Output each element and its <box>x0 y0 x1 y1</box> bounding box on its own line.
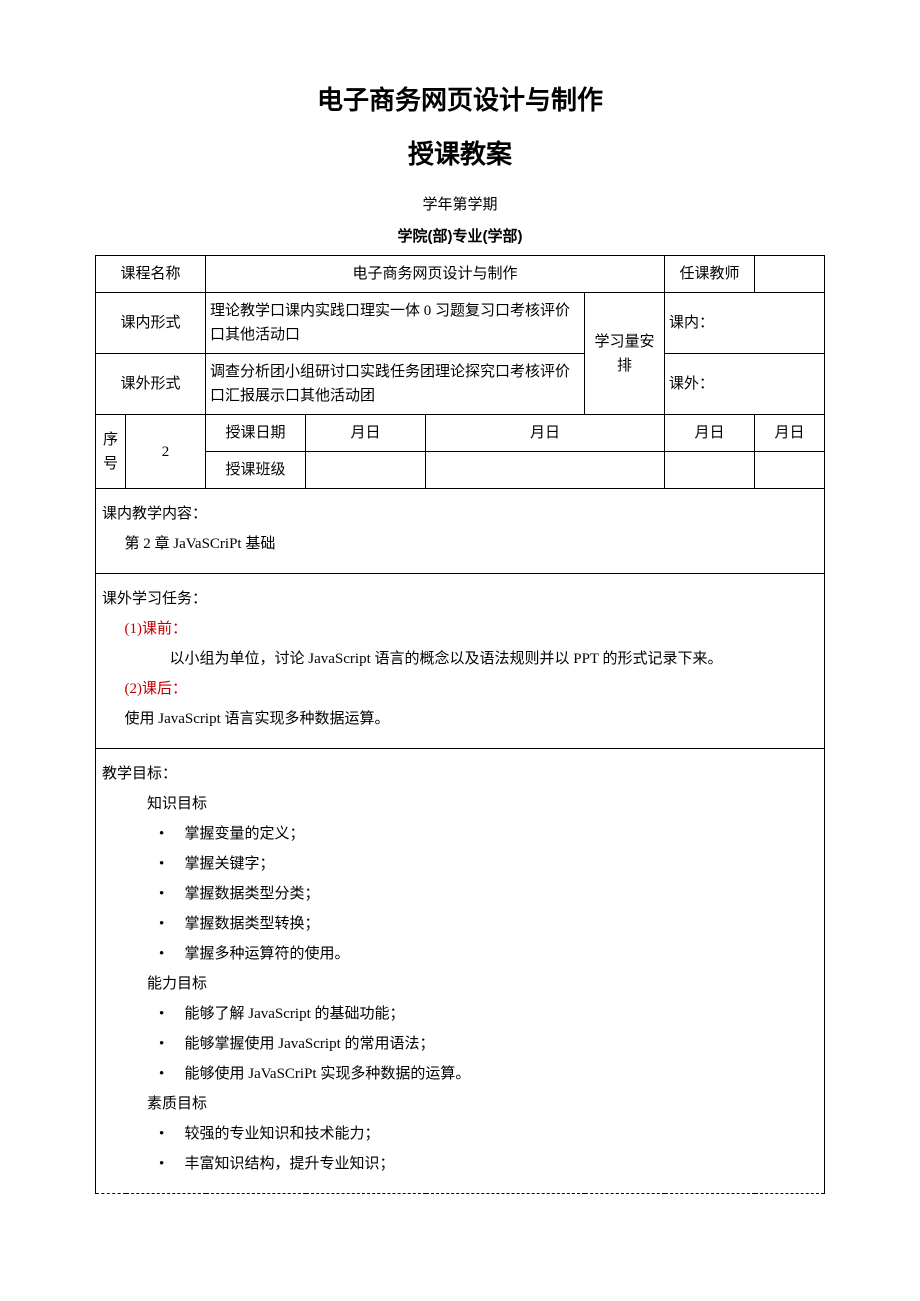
study-arrange-label: 学习量安排 <box>585 293 665 415</box>
outclass-task-cell: 课外学习任务： (1)课前： 以小组为单位，讨论 JavaScript 语言的概… <box>96 574 825 749</box>
inclass-form-label: 课内形式 <box>96 293 206 354</box>
pre-class-label: (1)课前： <box>102 614 818 644</box>
lesson-plan-table: 课程名称 电子商务网页设计与制作 任课教师 课内形式 理论教学口课内实践口理实一… <box>95 255 825 1194</box>
table-row: 课程名称 电子商务网页设计与制作 任课教师 <box>96 256 825 293</box>
quality-list: 较强的专业知识和技术能力； 丰富知识结构，提升专业知识； <box>102 1119 818 1179</box>
quality-label: 素质目标 <box>102 1089 818 1119</box>
date-cell: 月日 <box>426 415 665 452</box>
outclass-form-label: 课外形式 <box>96 354 206 415</box>
seq-label: 序号 <box>96 415 126 489</box>
post-class-content: 使用 JavaScript 语言实现多种数据运算。 <box>102 704 818 734</box>
section-heading: 课外学习任务： <box>102 584 818 614</box>
class-cell <box>755 452 825 489</box>
seq-value: 2 <box>126 415 206 489</box>
ability-label: 能力目标 <box>102 969 818 999</box>
course-name-label: 课程名称 <box>96 256 206 293</box>
date-cell: 月日 <box>755 415 825 452</box>
section-heading: 课内教学内容： <box>102 499 818 529</box>
class-cell <box>665 452 755 489</box>
ability-list: 能够了解 JavaScript 的基础功能； 能够掌握使用 JavaScript… <box>102 999 818 1089</box>
pre-class-content: 以小组为单位，讨论 JavaScript 语言的概念以及语法规则并以 PPT 的… <box>102 644 818 674</box>
inclass-hours: 课内： <box>665 293 825 354</box>
list-item: 能够了解 JavaScript 的基础功能； <box>102 999 818 1029</box>
table-row: 授课班级 <box>96 452 825 489</box>
outclass-form-value: 调查分析团小组研讨口实践任务团理论探究口考核评价口汇报展示口其他活动团 <box>206 354 585 415</box>
list-item: 丰富知识结构，提升专业知识； <box>102 1149 818 1179</box>
list-item: 掌握数据类型转换； <box>102 909 818 939</box>
list-item: 掌握数据类型分类； <box>102 879 818 909</box>
teacher-label: 任课教师 <box>665 256 755 293</box>
knowledge-label: 知识目标 <box>102 789 818 819</box>
table-row: 课外形式 调查分析团小组研讨口实践任务团理论探究口考核评价口汇报展示口其他活动团… <box>96 354 825 415</box>
outclass-hours: 课外： <box>665 354 825 415</box>
list-item: 掌握多种运算符的使用。 <box>102 939 818 969</box>
list-item: 较强的专业知识和技术能力； <box>102 1119 818 1149</box>
date-cell: 月日 <box>306 415 426 452</box>
document-title-1: 电子商务网页设计与制作 <box>95 80 825 122</box>
inclass-content-cell: 课内教学内容： 第 2 章 JaVaSCriPt 基础 <box>96 489 825 574</box>
table-row: 课内形式 理论教学口课内实践口理实一体 0 习题复习口考核评价口其他活动口 学习… <box>96 293 825 354</box>
semester-line: 学年第学期 <box>95 193 825 217</box>
class-cell <box>426 452 665 489</box>
class-cell <box>306 452 426 489</box>
teach-class-label: 授课班级 <box>206 452 306 489</box>
inclass-form-value: 理论教学口课内实践口理实一体 0 习题复习口考核评价口其他活动口 <box>206 293 585 354</box>
date-cell: 月日 <box>665 415 755 452</box>
document-title-2: 授课教案 <box>95 134 825 176</box>
teach-date-label: 授课日期 <box>206 415 306 452</box>
list-item: 能够掌握使用 JavaScript 的常用语法； <box>102 1029 818 1059</box>
table-row: 课内教学内容： 第 2 章 JaVaSCriPt 基础 <box>96 489 825 574</box>
list-item: 掌握变量的定义； <box>102 819 818 849</box>
teacher-value <box>755 256 825 293</box>
college-line: 学院(部)专业(学部) <box>95 225 825 249</box>
post-class-label: (2)课后： <box>102 674 818 704</box>
objectives-cell: 教学目标： 知识目标 掌握变量的定义； 掌握关键字； 掌握数据类型分类； 掌握数… <box>96 749 825 1194</box>
table-row: 课外学习任务： (1)课前： 以小组为单位，讨论 JavaScript 语言的概… <box>96 574 825 749</box>
table-row: 序号 2 授课日期 月日 月日 月日 月日 <box>96 415 825 452</box>
table-row: 教学目标： 知识目标 掌握变量的定义； 掌握关键字； 掌握数据类型分类； 掌握数… <box>96 749 825 1194</box>
section-content: 第 2 章 JaVaSCriPt 基础 <box>102 529 818 559</box>
list-item: 能够使用 JaVaSCriPt 实现多种数据的运算。 <box>102 1059 818 1089</box>
course-name-value: 电子商务网页设计与制作 <box>206 256 665 293</box>
section-heading: 教学目标： <box>102 759 818 789</box>
list-item: 掌握关键字； <box>102 849 818 879</box>
knowledge-list: 掌握变量的定义； 掌握关键字； 掌握数据类型分类； 掌握数据类型转换； 掌握多种… <box>102 819 818 969</box>
